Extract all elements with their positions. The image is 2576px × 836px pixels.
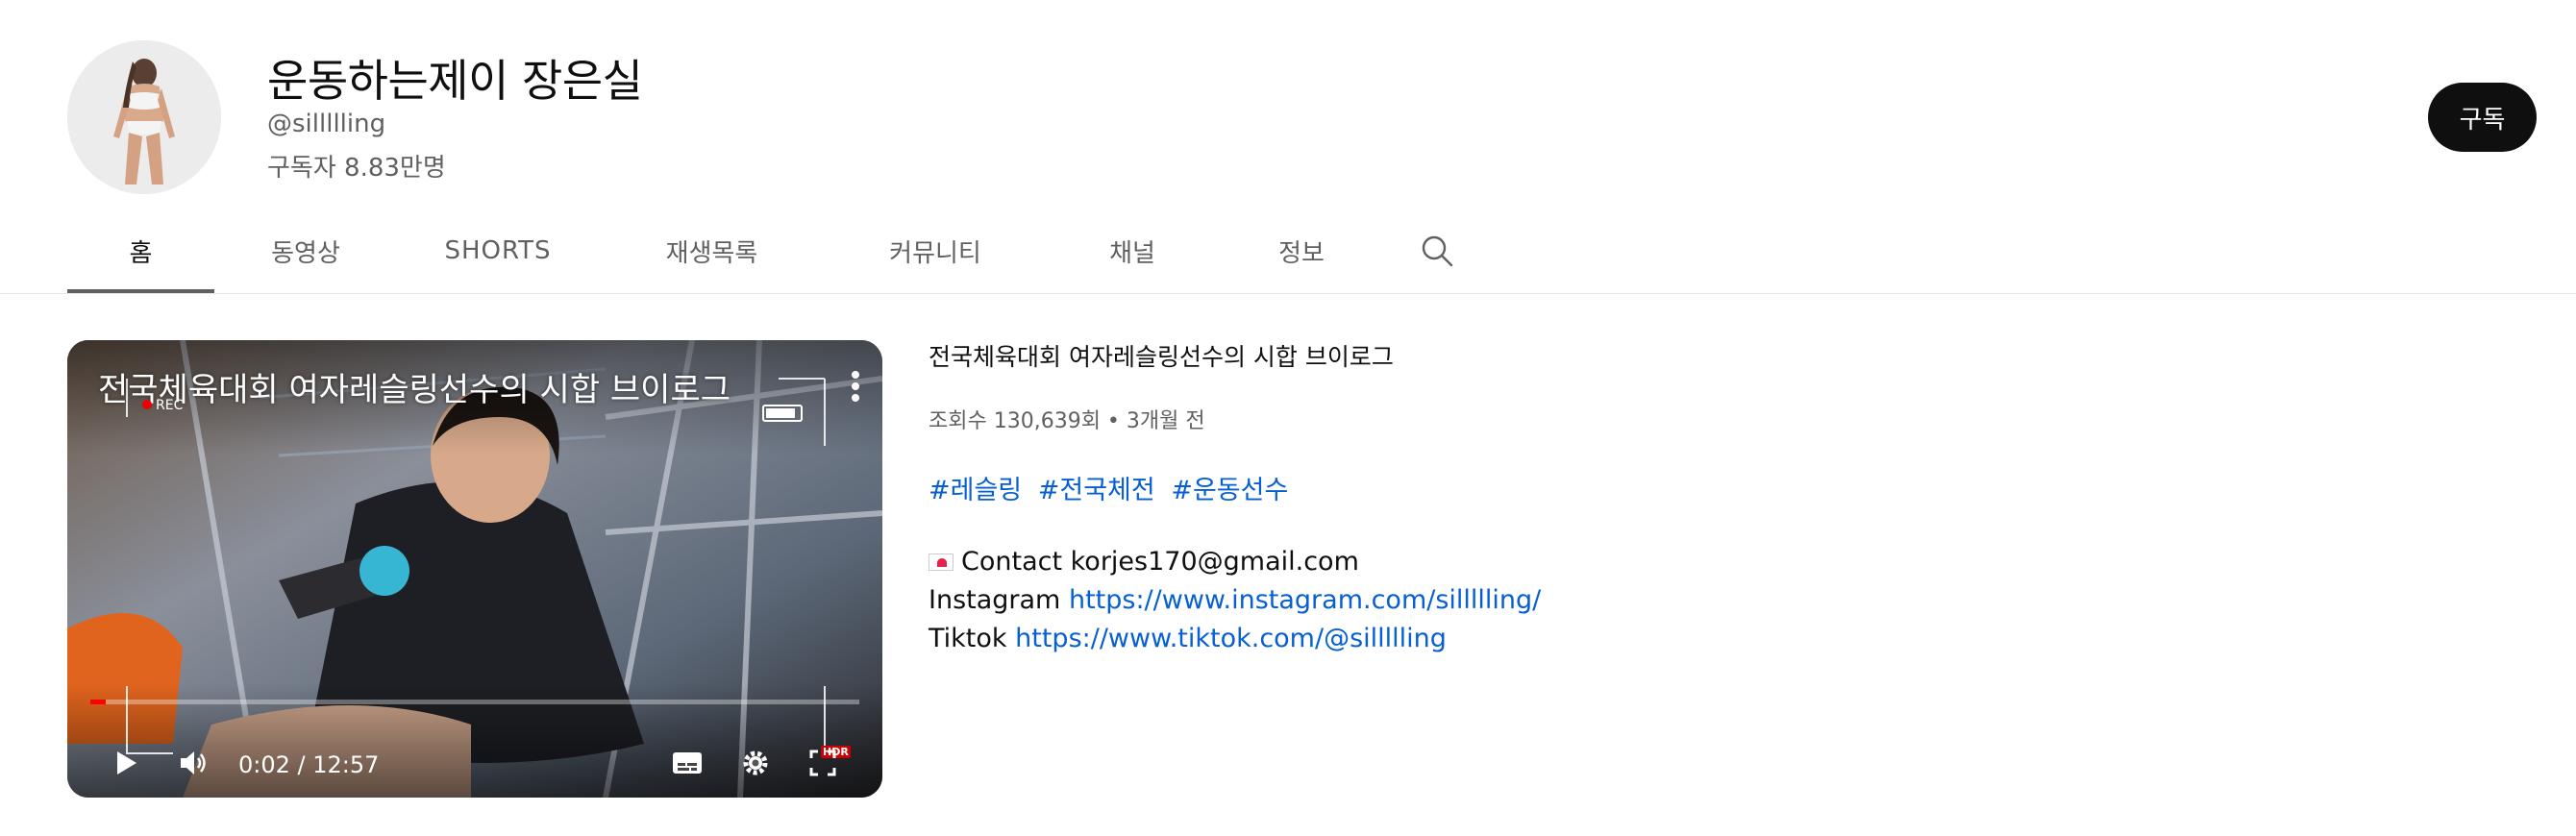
hashtag-link[interactable]: #전국체전 [1038,476,1155,505]
tab-shorts[interactable]: SHORTS [397,208,599,294]
channel-name: 운동하는제이 장은실 [267,55,643,107]
play-icon[interactable] [110,748,140,782]
instagram-line: Instagram https://www.instagram.com/sill… [929,581,2082,620]
player-overlay-title[interactable]: 전국체육대회 여자레슬링선수의 시합 브이로그 [98,363,731,410]
video-meta: 조회수 130,639회 • 3개월 전 [929,409,1205,433]
channel-avatar[interactable] [67,40,221,194]
fullscreen-icon[interactable] [807,748,838,782]
progress-bar[interactable] [90,700,859,704]
hashtag-link[interactable]: #운동선수 [1171,476,1288,505]
instagram-label: Instagram [929,585,1061,615]
tiktok-link[interactable]: https://www.tiktok.com/@sillllling [1015,624,1447,653]
rec-label: REC [156,398,184,413]
channel-handle: @sillllling [267,110,386,138]
instagram-link[interactable]: https://www.instagram.com/sillllling/ [1069,585,1541,615]
love-letter-icon [929,553,954,571]
search-icon[interactable] [1384,208,1490,294]
tab-channels[interactable]: 채널 [1046,208,1219,294]
contact-text: Contact korjes170@gmail.com [961,547,1359,577]
hashtag-list: #레슬링 #전국체전 #운동선수 [929,469,2082,506]
tiktok-label: Tiktok [929,624,1007,653]
tab-home[interactable]: 홈 [67,208,214,294]
video-description-panel: 전국체육대회 여자레슬링선수의 시합 브이로그 조회수 130,639회 • 3… [929,340,2082,658]
progress-fill [90,700,106,704]
hashtag-link[interactable]: #레슬링 [929,476,1022,505]
tab-playlists[interactable]: 재생목록 [599,208,825,294]
tiktok-line: Tiktok https://www.tiktok.com/@silllllin… [929,620,2082,658]
tab-community[interactable]: 커뮤니티 [825,208,1046,294]
rec-dot-icon [142,400,152,409]
subtitles-icon[interactable] [671,750,704,780]
volume-icon[interactable] [177,748,210,782]
video-title[interactable]: 전국체육대회 여자레슬링선수의 시합 브이로그 [929,340,2082,375]
subscriber-count: 구독자 8.83만명 [267,154,446,183]
video-player[interactable]: 전국체육대회 여자레슬링선수의 시합 브이로그 REC 0:02 / 12:57 [67,340,882,798]
subscribe-button[interactable]: 구독 [2428,83,2537,152]
rec-indicator: REC [142,398,183,413]
tabs-divider [0,293,2576,294]
channel-tabs: 홈 동영상 SHORTS 재생목록 커뮤니티 채널 정보 [67,208,1490,294]
description-body: Contact korjes170@gmail.com Instagram ht… [929,543,2082,658]
tab-about[interactable]: 정보 [1219,208,1384,294]
contact-line: Contact korjes170@gmail.com [929,543,2082,581]
avatar-image [67,40,221,194]
tab-videos[interactable]: 동영상 [214,208,397,294]
settings-icon[interactable] [740,748,771,782]
more-vert-icon[interactable] [844,367,867,406]
video-time: 0:02 / 12:57 [238,751,380,778]
